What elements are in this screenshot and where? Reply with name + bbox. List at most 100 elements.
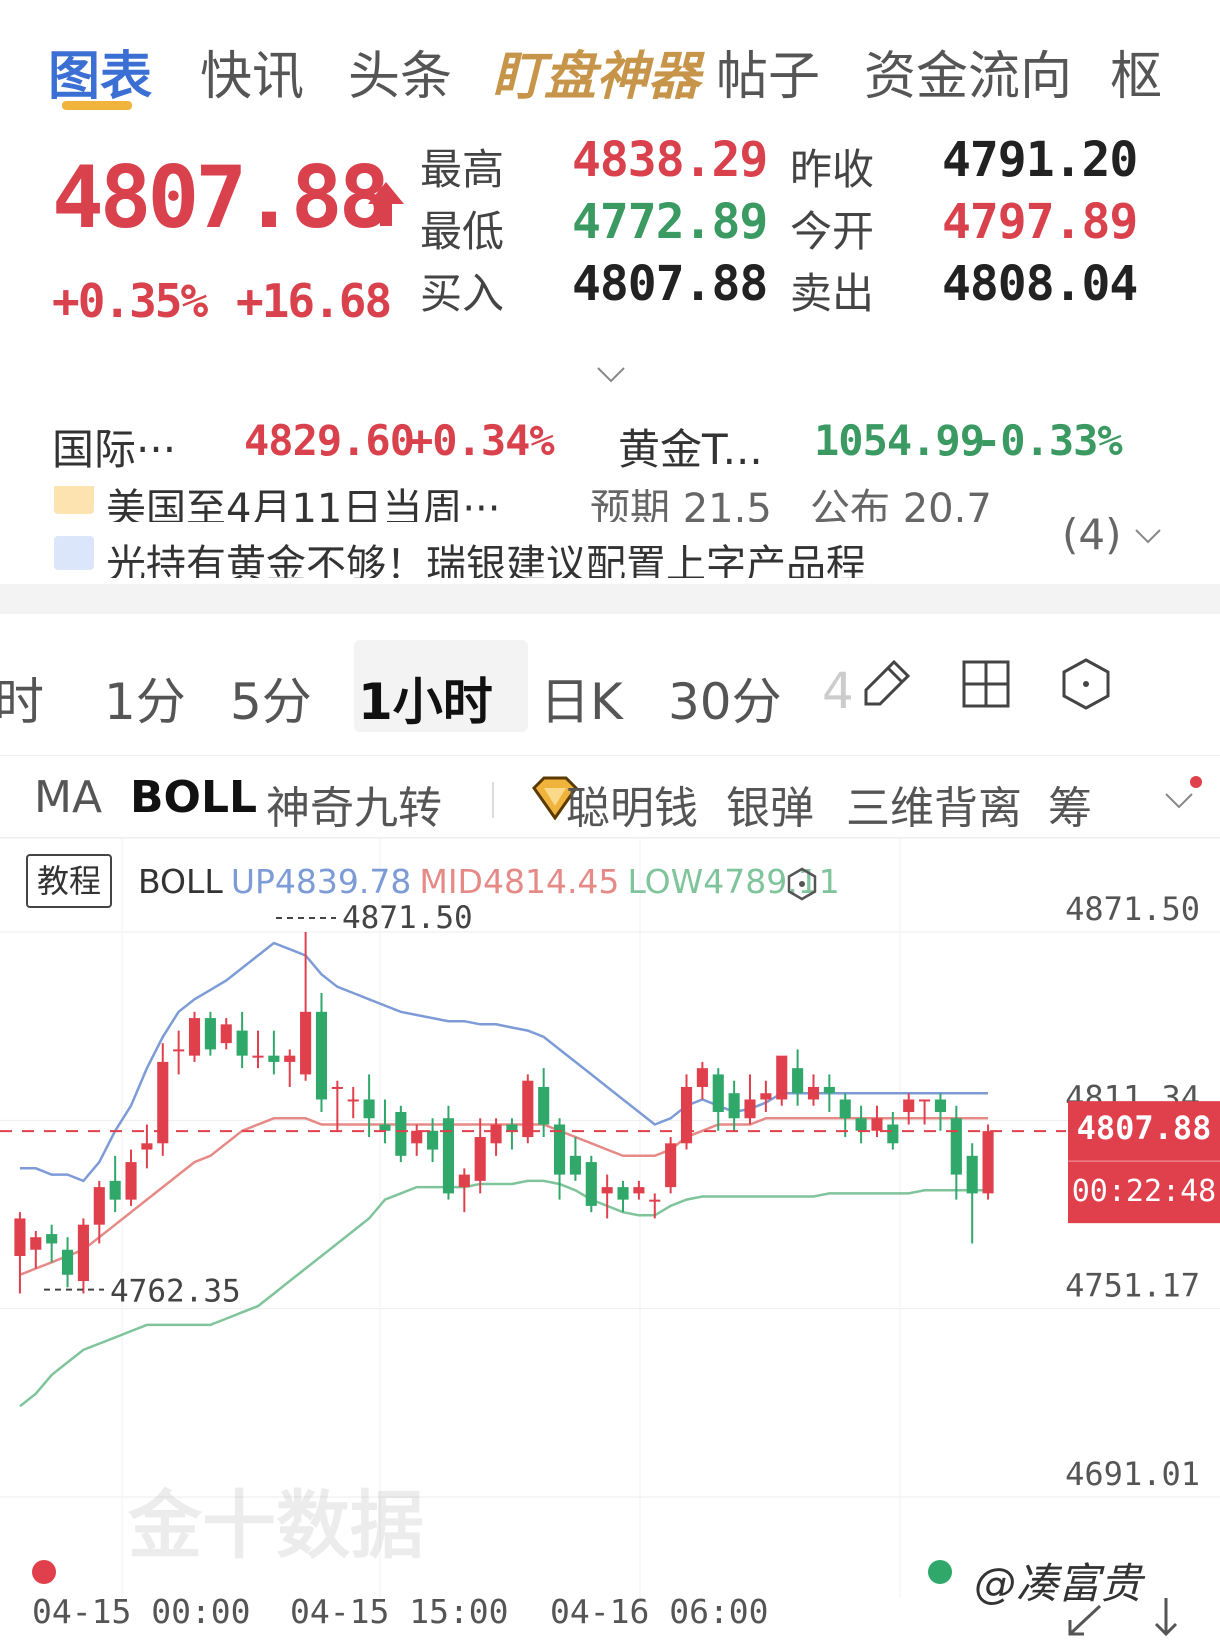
related-change: -0.33% xyxy=(976,416,1123,465)
candle-body xyxy=(14,1218,26,1256)
candle-body xyxy=(950,1118,962,1175)
indicator-3d-divergence[interactable]: 三维背离 xyxy=(846,772,1022,836)
related-change: +0.34% xyxy=(408,416,555,465)
divider xyxy=(492,782,494,818)
candle-body xyxy=(77,1224,89,1282)
candle-body xyxy=(268,1055,280,1062)
event-marker-green[interactable] xyxy=(928,1560,952,1584)
news-text: 光持有黄金不够！瑞银建议配置上字产品程 xyxy=(106,542,866,578)
boll-legend: BOLL UP4839.78 MID4814.45 LOW4789.11 xyxy=(138,862,848,901)
x-axis-label: 04-15 00:00 xyxy=(32,1592,251,1631)
layout-grid-icon[interactable] xyxy=(958,656,1014,712)
period-5min[interactable]: 5分 xyxy=(230,662,312,734)
candle-body xyxy=(331,1086,343,1089)
candle-body xyxy=(347,1099,359,1102)
candle-body xyxy=(792,1068,804,1094)
indicator-silver-bullet[interactable]: 银弹 xyxy=(726,772,814,836)
news-item[interactable]: 光持有黄金不够！瑞银建议配置上字产品程 xyxy=(0,532,1040,578)
candle-body xyxy=(363,1099,375,1119)
candle-body xyxy=(458,1174,470,1188)
current-price: 4807.88 xyxy=(52,148,390,248)
chevron-down-icon[interactable] xyxy=(1164,792,1194,810)
tab-more[interactable]: 枢 xyxy=(1110,34,1162,109)
x-axis-label: 04-16 06:00 xyxy=(550,1592,769,1631)
current-price-tag-value: 4807.88 xyxy=(1077,1109,1212,1147)
tab-posts[interactable]: 帖子 xyxy=(716,34,820,109)
candle-body xyxy=(141,1143,153,1150)
candle-body xyxy=(919,1099,931,1102)
candle-body xyxy=(61,1249,74,1275)
indicator-ma[interactable]: MA xyxy=(34,772,102,823)
candle-body xyxy=(379,1124,391,1131)
period-30min[interactable]: 30分 xyxy=(668,662,782,734)
candle-body xyxy=(522,1080,534,1138)
article-icon xyxy=(54,536,94,570)
candle-body xyxy=(633,1187,645,1194)
tab-flash-news[interactable]: 快讯 xyxy=(200,34,304,109)
candle-body xyxy=(173,1049,185,1052)
period-1hour[interactable]: 1小时 xyxy=(358,662,493,734)
candle-body xyxy=(252,1055,264,1058)
candle-body xyxy=(696,1068,708,1087)
indicator-boll[interactable]: BOLL xyxy=(130,772,257,823)
period-4hour[interactable]: 4 xyxy=(822,662,854,720)
candle-body xyxy=(46,1234,58,1244)
candle-body xyxy=(30,1237,42,1250)
candle-body xyxy=(506,1124,518,1131)
tab-headlines[interactable]: 头条 xyxy=(348,34,452,109)
bid-value: 4807.88 xyxy=(572,256,768,312)
news-ticker[interactable]: 美国至4月11日当周··· 预期 21.5 公布 20.7 光持有黄金不够！瑞银… xyxy=(0,486,1220,578)
candle-body xyxy=(188,1018,201,1056)
candle-body xyxy=(744,1099,756,1119)
indicator-smart-money[interactable]: 聪明钱 xyxy=(566,772,698,836)
section-separator xyxy=(0,584,1220,614)
candle-body xyxy=(855,1118,867,1131)
candle-body xyxy=(680,1086,693,1144)
candle-body xyxy=(617,1187,629,1200)
up-arrow-icon xyxy=(368,182,404,226)
news-item[interactable]: 美国至4月11日当周··· 预期 21.5 公布 20.7 xyxy=(0,486,1040,522)
fullscreen-icon[interactable] xyxy=(1060,1590,1200,1640)
candle-body xyxy=(887,1124,899,1144)
news-forecast: 预期 21.5 xyxy=(590,486,772,522)
brand-watermark: 金十数据 xyxy=(128,1483,424,1569)
tutorial-button[interactable]: 教程 xyxy=(26,854,112,908)
draw-tool-icon[interactable] xyxy=(858,656,914,712)
indicator-settings-icon[interactable] xyxy=(784,866,820,902)
period-selector: 时 1分 5分 1小时 日K 30分 4 xyxy=(0,614,1220,756)
news-text: 美国至4月11日当周··· xyxy=(106,486,501,522)
news-count[interactable]: (4) xyxy=(1062,510,1122,559)
legend-upper: UP4839.78 xyxy=(230,862,412,901)
candle-body xyxy=(395,1111,407,1156)
related-price: 1054.99 xyxy=(814,416,985,465)
related-item-international[interactable]: 国际··· xyxy=(52,416,176,477)
period-1min[interactable]: 1分 xyxy=(104,662,186,734)
indicator-td-sequential[interactable]: 神奇九转 xyxy=(266,772,442,836)
candle-body xyxy=(760,1093,772,1100)
tab-fund-flow[interactable]: 资金流向 xyxy=(864,34,1072,109)
settings-hexagon-icon[interactable] xyxy=(1058,656,1114,712)
candle-body xyxy=(538,1086,550,1125)
period-daily[interactable]: 日K xyxy=(540,662,623,734)
related-item-gold-t[interactable]: 黄金T... xyxy=(618,416,763,477)
tab-watch-tool[interactable]: 盯盘神器 xyxy=(492,34,700,109)
indicator-chips[interactable]: 筹 xyxy=(1048,772,1092,836)
active-tab-underline xyxy=(62,101,132,110)
candle-body xyxy=(411,1130,423,1144)
min-price-marker-label: 4762.35 xyxy=(110,1274,241,1310)
event-marker-red[interactable] xyxy=(32,1560,56,1584)
chevron-down-icon[interactable] xyxy=(1134,528,1162,544)
period-tick[interactable]: 时 xyxy=(0,662,44,734)
open-label: 今开 xyxy=(790,207,875,256)
candle-body xyxy=(315,1011,328,1100)
candle-body xyxy=(109,1180,121,1200)
expand-chevron-icon[interactable] xyxy=(596,366,626,384)
max-price-marker-label: 4871.50 xyxy=(342,900,473,936)
tab-chart[interactable]: 图表 xyxy=(48,34,152,109)
open-value: 4797.89 xyxy=(942,194,1138,250)
y-axis-label: 4751.17 xyxy=(1065,1267,1200,1305)
ask-label: 卖出 xyxy=(790,269,875,318)
calendar-icon xyxy=(54,486,94,514)
y-axis-label: 4691.01 xyxy=(1065,1455,1200,1493)
candle-body xyxy=(982,1131,994,1194)
